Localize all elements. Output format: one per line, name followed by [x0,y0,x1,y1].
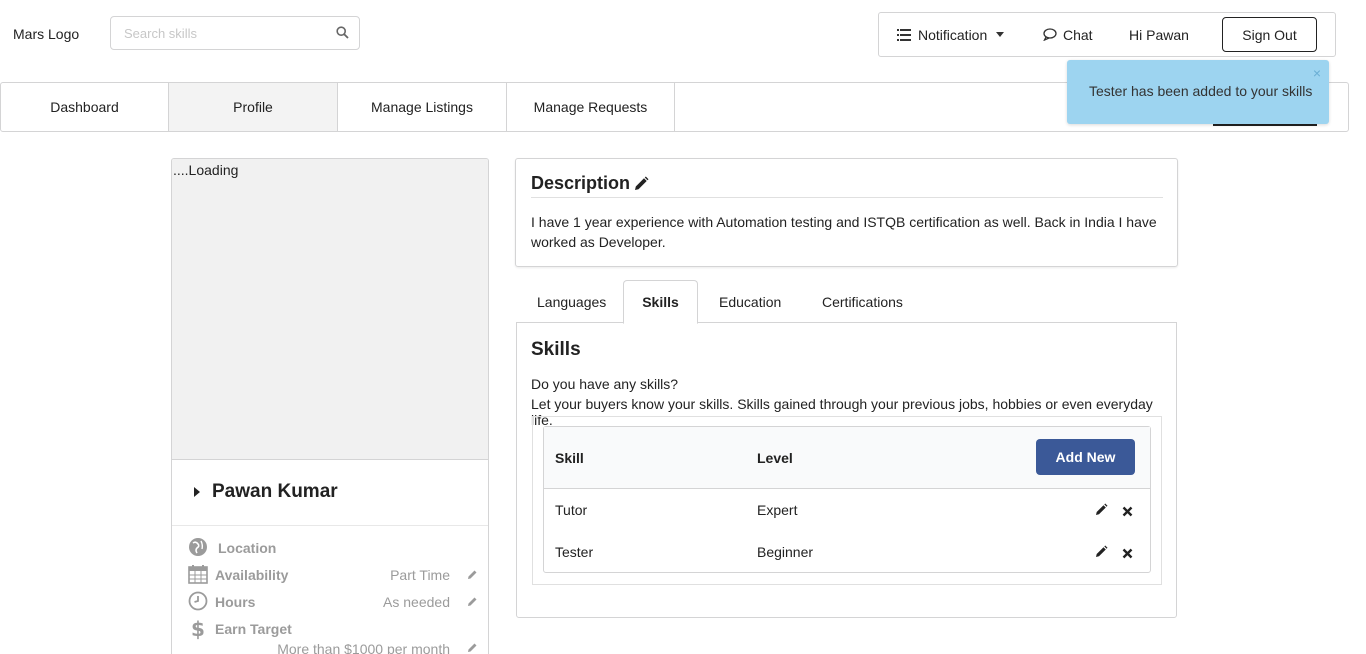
detail-earn-target: $ Earn Target More than $1000 per month [188,617,478,654]
column-header-level: Level [757,450,793,466]
remove-icon[interactable] [1122,504,1133,520]
level-cell: Expert [757,502,798,518]
list-icon [897,28,911,41]
nav-tab-profile[interactable]: Profile [169,83,338,131]
pencil-icon[interactable] [1095,545,1108,561]
detail-value: As needed [383,594,450,610]
dollar-icon: $ [191,617,205,643]
obscured-element [1213,124,1317,126]
detail-value: More than $1000 per month [277,641,450,654]
chat-icon [1043,28,1057,41]
detail-value: Part Time [390,567,450,583]
chevron-down-icon [996,32,1005,37]
table-row: Tester Beginner [544,531,1150,573]
table-row: Tutor Expert [544,489,1150,531]
description-text: I have 1 year experience with Automation… [531,214,1157,250]
skills-table: Skill Level Add New Tutor Expert Tester … [543,426,1151,573]
search-input[interactable] [111,17,321,49]
skill-cell: Tutor [555,502,588,518]
detail-label: Hours [215,594,256,610]
profile-photo[interactable]: ....Loading [172,159,488,460]
description-header: Description [531,173,649,194]
profile-tabs: Languages Skills Education Certification… [516,280,1177,324]
chat-link[interactable]: Chat [1043,13,1093,56]
description-title: Description [531,173,631,193]
description-card: Description I have 1 year experience wit… [515,158,1178,267]
skills-panel: Skills Do you have any skills? Let your … [516,322,1177,618]
add-new-button[interactable]: Add New [1036,439,1135,475]
profile-name: Pawan Kumar [212,481,338,502]
pencil-icon[interactable] [467,640,478,654]
remove-icon[interactable] [1122,546,1133,562]
profile-card: ....Loading Pawan Kumar Location Availab… [171,158,489,654]
toast-message: Tester has been added to your skills [1089,83,1313,99]
close-icon[interactable]: × [1313,65,1321,81]
column-header-skill: Skill [555,450,584,466]
tab-skills[interactable]: Skills [623,280,698,324]
detail-location: Location [188,537,478,561]
logo[interactable]: Mars Logo [13,26,79,42]
toast-notification: × Tester has been added to your skills [1067,60,1329,124]
tab-education[interactable]: Education [719,280,781,323]
skills-title: Skills [531,339,581,360]
greeting[interactable]: Hi Pawan [1129,13,1189,56]
globe-icon [188,537,208,560]
pencil-icon[interactable] [633,176,649,192]
calendar-icon [188,564,208,587]
level-cell: Beginner [757,544,814,560]
tab-languages[interactable]: Languages [537,280,606,323]
skill-cell: Tester [555,544,594,560]
detail-hours: Hours As needed [188,591,478,615]
loading-text: ....Loading [173,162,239,178]
chat-label: Chat [1063,26,1093,43]
detail-label: Availability [215,567,289,583]
detail-label: Earn Target [215,621,292,637]
top-menu: Notification Chat Hi Pawan Sign Out [878,12,1336,57]
sign-out-button[interactable]: Sign Out [1222,17,1317,52]
pencil-icon[interactable] [1095,503,1108,519]
tab-certifications[interactable]: Certifications [822,280,903,323]
notification-label: Notification [918,26,988,43]
nav-tab-manage-listings[interactable]: Manage Listings [338,83,507,131]
pencil-icon[interactable] [467,567,478,583]
search-icon[interactable] [336,26,349,42]
pencil-icon[interactable] [467,594,478,610]
search-box [110,16,360,50]
nav-tab-manage-requests[interactable]: Manage Requests [507,83,675,131]
clock-icon [188,591,208,614]
table-header: Skill Level Add New [544,427,1150,489]
skills-table-container: Skill Level Add New Tutor Expert Tester … [532,416,1162,585]
profile-name-row[interactable]: Pawan Kumar [172,460,488,526]
caret-right-icon [194,487,200,497]
notification-dropdown[interactable]: Notification [897,13,1005,56]
detail-label: Location [218,540,277,556]
detail-availability: Availability Part Time [188,564,478,588]
svg-text:$: $ [191,618,205,640]
nav-tab-dashboard[interactable]: Dashboard [1,83,169,131]
skills-question: Do you have any skills? [531,376,679,392]
divider [531,197,1163,198]
